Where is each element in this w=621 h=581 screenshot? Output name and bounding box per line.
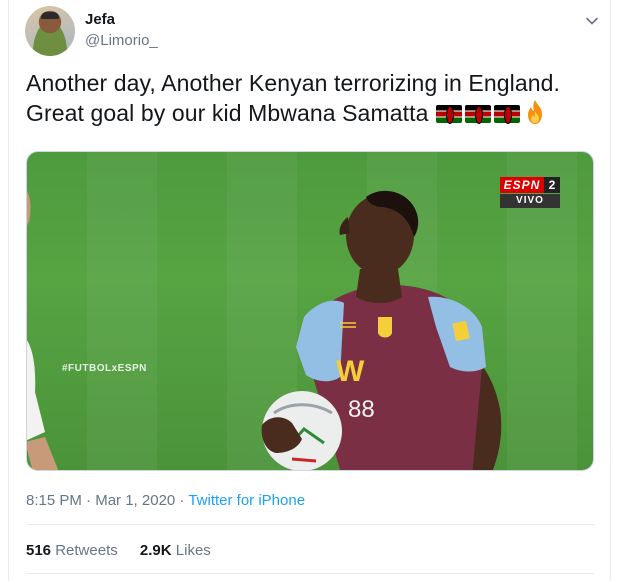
tweet-media-image[interactable]: ESPN 2 VIVO #FUTBOLxESPN W 88 [26,151,594,471]
retweets-stat[interactable]: 516 Retweets [26,542,118,559]
tweet-timestamp: 8:15 PM · Mar 1, 2020 · Twitter for iPho… [26,492,305,509]
tweet-text-line-2-text: Great goal by our kid Mbwana Samatta [26,100,429,126]
retweets-count: 516 [26,542,52,559]
user-handle[interactable]: @Limorio_ [85,32,158,49]
divider [26,573,594,574]
chevron-down-icon[interactable] [585,14,599,28]
likes-count: 2.9K [139,542,172,559]
tweet-stats: 516 Retweets 2.9K Likes [26,542,229,559]
divider [26,524,594,525]
retweets-label: Retweets [55,542,118,559]
tweet-date[interactable]: Mar 1, 2020 [95,492,175,509]
tweet-text: Another day, Another Kenyan terrorizing … [26,68,596,128]
kenya-flag-icon [494,105,521,124]
likes-label: Likes [175,542,211,559]
kenya-flag-icon [465,105,492,124]
tweet-text-line-1: Another day, Another Kenyan terrorizing … [26,70,561,96]
separator-dot: · [175,492,189,509]
jersey-number: 88 [348,396,375,423]
player-figure: W 88 [261,190,502,470]
avatar[interactable] [25,6,75,56]
kenya-flag-icon [436,105,463,124]
tweet-source-link[interactable]: Twitter for iPhone [188,492,305,509]
jersey-sponsor: W [336,355,365,388]
tweet-time[interactable]: 8:15 PM [26,492,82,509]
display-name[interactable]: Jefa [85,11,115,28]
channel-number: 2 [544,177,560,193]
fire-icon [528,100,543,124]
likes-stat[interactable]: 2.9K Likes [140,542,211,559]
separator-dot: · [81,492,96,509]
broadcast-hashtag: #FUTBOLxESPN [62,363,147,374]
left-player-figure [27,191,59,470]
tweet-text-line-2: Great goal by our kid Mbwana Samatta [26,98,596,128]
